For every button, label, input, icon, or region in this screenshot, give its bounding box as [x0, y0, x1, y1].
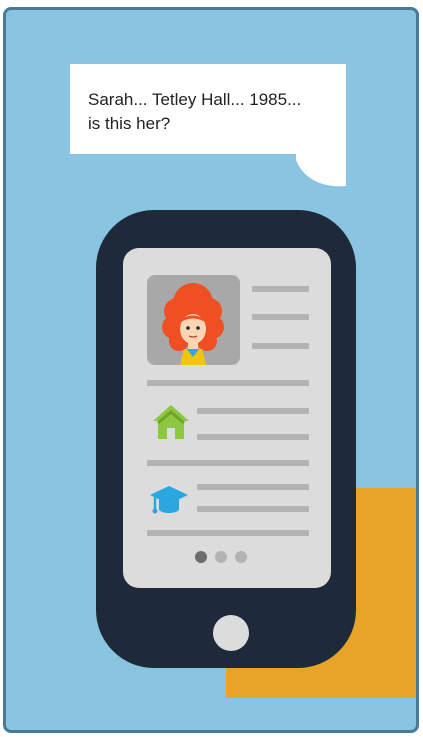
- red-haired-girl-avatar-icon: [162, 283, 224, 365]
- house-icon: [153, 405, 189, 439]
- profile-avatar: [147, 275, 240, 365]
- section-divider: [147, 530, 309, 536]
- speech-bubble-tail: [296, 150, 346, 187]
- education-text-line: [197, 506, 309, 512]
- profile-text-line: [252, 286, 309, 292]
- profile-text-line: [252, 343, 309, 349]
- education-text-line: [197, 484, 309, 490]
- phone-screen: [123, 248, 331, 588]
- address-text-line: [197, 408, 309, 414]
- speech-bubble: Sarah... Tetley Hall... 1985... is this …: [70, 64, 346, 154]
- phone-home-button[interactable]: [213, 615, 249, 651]
- profile-text-line: [252, 314, 309, 320]
- page-dot-active[interactable]: [195, 551, 207, 563]
- section-divider: [147, 460, 309, 466]
- page-dot[interactable]: [215, 551, 227, 563]
- section-divider: [147, 380, 309, 386]
- page-dot[interactable]: [235, 551, 247, 563]
- address-text-line: [197, 434, 309, 440]
- smartphone: [96, 210, 356, 668]
- speech-bubble-text: Sarah... Tetley Hall... 1985... is this …: [88, 90, 302, 133]
- comic-panel: Sarah... Tetley Hall... 1985... is this …: [3, 7, 419, 733]
- graduation-cap-icon: [150, 486, 188, 514]
